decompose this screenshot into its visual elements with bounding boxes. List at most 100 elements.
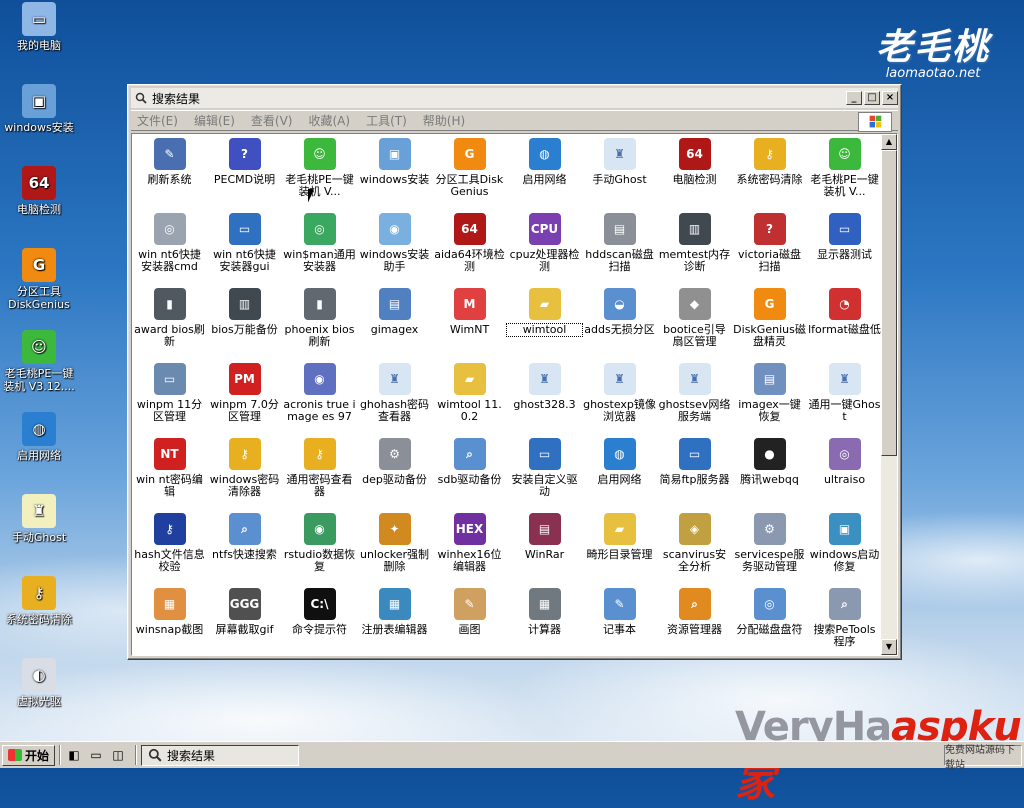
list-item[interactable]: ⚷windows密码清除器 xyxy=(207,434,282,509)
list-item[interactable]: ◆bootice引导扇区管理 xyxy=(657,284,732,359)
desktop-icon-windows-install[interactable]: ▣windows安装 xyxy=(0,84,78,134)
menu-favorites[interactable]: 收藏(A) xyxy=(308,112,350,129)
desktop-icon-diskgenius[interactable]: G分区工具DiskGenius xyxy=(0,248,78,311)
list-item[interactable]: ▤imagex一键恢复 xyxy=(732,359,807,434)
list-item[interactable]: 64aida64环境检测 xyxy=(432,209,507,284)
list-item-label: ultraiso xyxy=(807,474,882,486)
list-item[interactable]: ⌕sdb驱动备份 xyxy=(432,434,507,509)
list-item[interactable]: ⚙dep驱动备份 xyxy=(357,434,432,509)
list-item[interactable]: PMwinpm 7.0分区管理 xyxy=(207,359,282,434)
list-item[interactable]: ▤gimagex xyxy=(357,284,432,359)
scroll-down-button[interactable]: ▼ xyxy=(881,639,897,655)
list-item[interactable]: ▥memtest内存诊断 xyxy=(657,209,732,284)
menu-edit[interactable]: 编辑(E) xyxy=(194,112,235,129)
list-item[interactable]: CPUcpuz处理器检测 xyxy=(507,209,582,284)
list-item[interactable]: MWimNT xyxy=(432,284,507,359)
list-item[interactable]: ♜通用一键Ghost xyxy=(807,359,882,434)
list-item[interactable]: ▭安装自定义驱动 xyxy=(507,434,582,509)
list-item[interactable]: GGG屏幕截取gif xyxy=(207,584,282,656)
list-item[interactable]: ▣windows启动修复 xyxy=(807,509,882,584)
scroll-up-button[interactable]: ▲ xyxy=(881,134,897,150)
list-item[interactable]: ▤hddscan磁盘扫描 xyxy=(582,209,657,284)
menu-view[interactable]: 查看(V) xyxy=(251,112,293,129)
title-bar[interactable]: 搜索结果 _ □ × xyxy=(131,88,898,108)
list-item[interactable]: ◔lformat磁盘低 xyxy=(807,284,882,359)
list-item[interactable]: ▦注册表编辑器 xyxy=(357,584,432,656)
list-item[interactable]: ⚷系统密码清除 xyxy=(732,134,807,209)
list-item[interactable]: ◉rstudio数据恢复 xyxy=(282,509,357,584)
menu-file[interactable]: 文件(E) xyxy=(137,112,178,129)
list-item[interactable]: ◎分配磁盘盘符 xyxy=(732,584,807,656)
list-item[interactable]: ?victoria磁盘扫描 xyxy=(732,209,807,284)
scroll-thumb[interactable] xyxy=(881,150,897,456)
list-item[interactable]: ✦unlocker强制删除 xyxy=(357,509,432,584)
list-item[interactable]: ?PECMD说明 xyxy=(207,134,282,209)
list-item[interactable]: ●腾讯webqq xyxy=(732,434,807,509)
list-item[interactable]: ♜ghohash密码查看器 xyxy=(357,359,432,434)
list-item[interactable]: ◉windows安装助手 xyxy=(357,209,432,284)
list-item[interactable]: ▰wimtool xyxy=(507,284,582,359)
desktop-icon-laomaotao-installer[interactable]: ☺老毛桃PE一键装机 V3.12.... xyxy=(0,330,78,393)
list-item[interactable]: ▮award bios刷新 xyxy=(132,284,207,359)
list-item[interactable]: ◍启用网络 xyxy=(507,134,582,209)
list-item[interactable]: GDiskGenius磁盘精灵 xyxy=(732,284,807,359)
list-item[interactable]: ☺老毛桃PE一键装机 V... xyxy=(807,134,882,209)
list-item[interactable]: ⌕ntfs快速搜索 xyxy=(207,509,282,584)
desktop-icon-computer[interactable]: ▭我的电脑 xyxy=(0,2,78,52)
list-item[interactable]: ✎刷新系统 xyxy=(132,134,207,209)
list-item[interactable]: HEXwinhex16位编辑器 xyxy=(432,509,507,584)
list-item[interactable]: ▰畸形目录管理 xyxy=(582,509,657,584)
list-item[interactable]: ◍启用网络 xyxy=(582,434,657,509)
taskbar-button-search-results[interactable]: 搜索结果 xyxy=(141,745,299,766)
menu-tools[interactable]: 工具(T) xyxy=(366,112,407,129)
list-item[interactable]: ⚙servicespe服务驱动管理 xyxy=(732,509,807,584)
list-item[interactable]: ▮phoenix bios刷新 xyxy=(282,284,357,359)
list-item[interactable]: ⚷通用密码查看器 xyxy=(282,434,357,509)
vertical-scrollbar[interactable]: ▲ ▼ xyxy=(881,134,897,655)
list-item[interactable]: ♜手动Ghost xyxy=(582,134,657,209)
list-item[interactable]: ▣windows安装 xyxy=(357,134,432,209)
list-item[interactable]: ◈scanvirus安全分析 xyxy=(657,509,732,584)
list-item[interactable]: ▭win nt6快捷安装器gui xyxy=(207,209,282,284)
list-item[interactable]: C:\命令提示符 xyxy=(282,584,357,656)
minimize-button[interactable]: _ xyxy=(846,91,862,105)
list-item[interactable]: ▰wimtool 11.0.2 xyxy=(432,359,507,434)
list-item[interactable]: ▥bios万能备份 xyxy=(207,284,282,359)
list-item[interactable]: ◉acronis true image es 97 xyxy=(282,359,357,434)
list-item[interactable]: ▦winsnap截图 xyxy=(132,584,207,656)
list-item[interactable]: ▭winpm 11分区管理 xyxy=(132,359,207,434)
list-item[interactable]: 64电脑检测 xyxy=(657,134,732,209)
desktop-icon-virtual-drive[interactable]: ◐虚拟光驱 xyxy=(0,658,78,708)
desktop-icon-ghost[interactable]: ♜手动Ghost xyxy=(0,494,78,544)
list-item[interactable]: ⚷hash文件信息校验 xyxy=(132,509,207,584)
list-item[interactable]: ◎ultraiso xyxy=(807,434,882,509)
list-item[interactable]: ⌕资源管理器 xyxy=(657,584,732,656)
list-item[interactable]: ▤WinRar xyxy=(507,509,582,584)
desktop-icon-network-globe[interactable]: ◍启用网络 xyxy=(0,412,78,462)
calculator-icon: ▦ xyxy=(529,588,561,620)
list-item[interactable]: NTwin nt密码编辑 xyxy=(132,434,207,509)
menu-help[interactable]: 帮助(H) xyxy=(423,112,465,129)
list-item[interactable]: ◒adds无损分区 xyxy=(582,284,657,359)
list-item[interactable]: ♜ghostexp镜像浏览器 xyxy=(582,359,657,434)
desktop-icon-key[interactable]: ⚷系统密码清除 xyxy=(0,576,78,626)
list-item[interactable]: ◎win$man通用安装器 xyxy=(282,209,357,284)
list-item[interactable]: ♜ghostsev网络服务端 xyxy=(657,359,732,434)
maximize-button[interactable]: □ xyxy=(864,91,880,105)
list-item[interactable]: ☺老毛桃PE一键装机 V... xyxy=(282,134,357,209)
quicklaunch-explorer-icon[interactable]: ◧ xyxy=(65,746,83,764)
quicklaunch-window-switch-icon[interactable]: ◫ xyxy=(109,746,127,764)
list-item[interactable]: ♜ghost328.3 xyxy=(507,359,582,434)
list-item[interactable]: ▭简易ftp服务器 xyxy=(657,434,732,509)
close-button[interactable]: × xyxy=(882,91,898,105)
list-item[interactable]: ▭显示器测试 xyxy=(807,209,882,284)
start-button[interactable]: 开始 xyxy=(2,745,55,766)
list-item[interactable]: ◎win nt6快捷安装器cmd xyxy=(132,209,207,284)
desktop-icon-aida64[interactable]: 64电脑检测 xyxy=(0,166,78,216)
list-item[interactable]: ✎画图 xyxy=(432,584,507,656)
quicklaunch-desktop-icon[interactable]: ▭ xyxy=(87,746,105,764)
list-item[interactable]: ▦计算器 xyxy=(507,584,582,656)
list-item[interactable]: ⌕搜索PeTools程序 xyxy=(807,584,882,656)
list-item[interactable]: G分区工具DiskGenius xyxy=(432,134,507,209)
list-item[interactable]: ✎记事本 xyxy=(582,584,657,656)
